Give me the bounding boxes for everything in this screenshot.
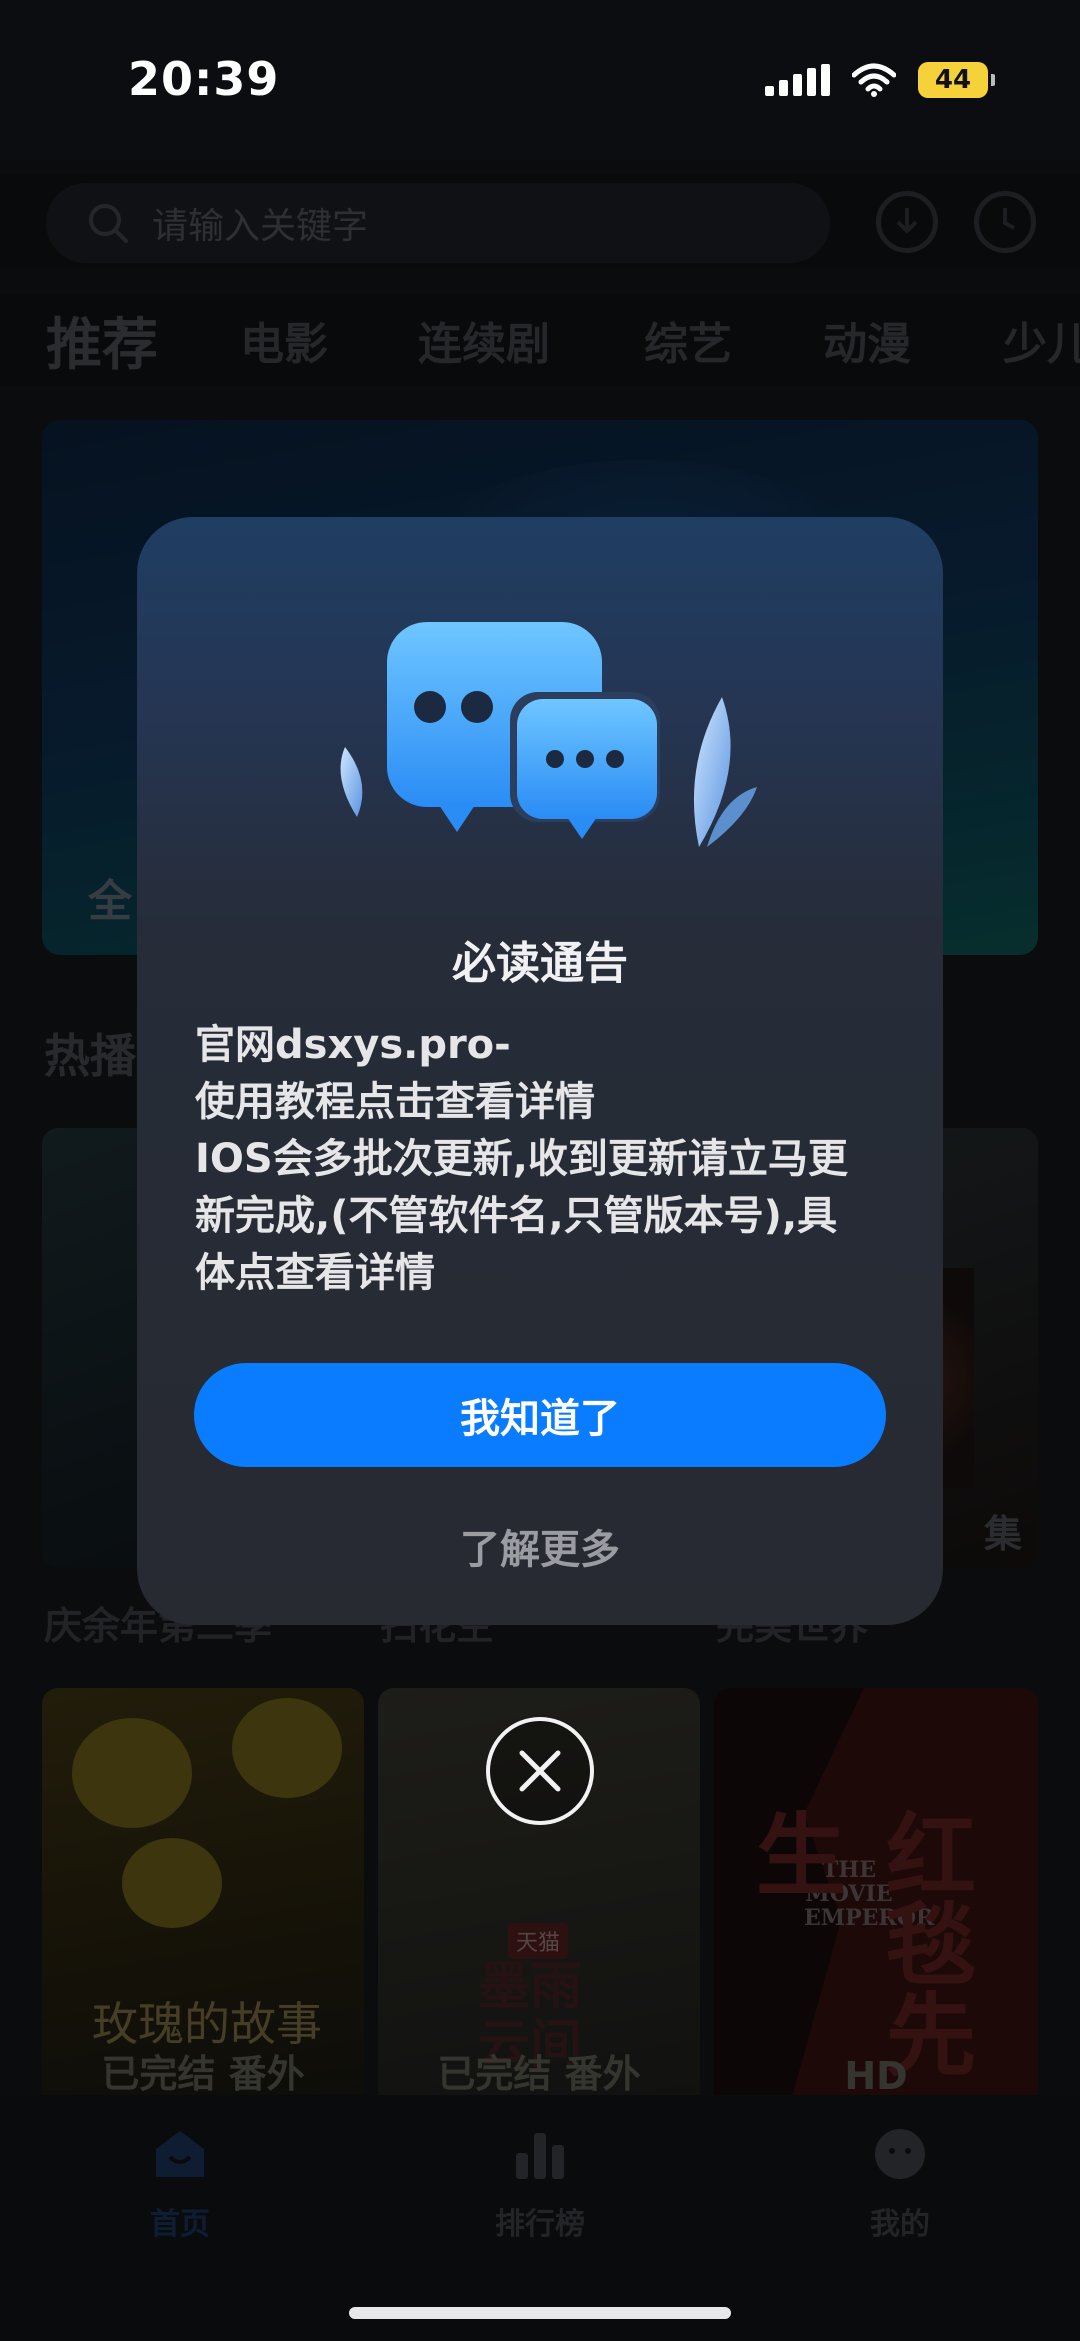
close-icon xyxy=(519,1750,561,1792)
dialog-message: 官网dsxys.pro- 使用教程点击查看详情 IOS会多批次更新,收到更新请立… xyxy=(195,1017,895,1302)
cellular-signal-icon xyxy=(765,64,830,96)
status-bar: 20:39 44 xyxy=(0,0,1080,160)
dialog-title: 必读通告 xyxy=(452,938,628,989)
notice-dialog: 必读通告 官网dsxys.pro- 使用教程点击查看详情 IOS会多批次更新,收… xyxy=(137,517,943,1625)
dialog-line: 官网dsxys.pro- xyxy=(195,1022,511,1068)
confirm-button[interactable]: 我知道了 xyxy=(194,1363,886,1467)
battery-level: 44 xyxy=(934,65,972,95)
close-dialog-button[interactable] xyxy=(486,1717,594,1825)
battery-icon: 44 xyxy=(918,62,995,98)
dialog-line: IOS会多批次更新,收到更新请立马更 xyxy=(195,1136,848,1182)
dialog-line: 新完成,(不管软件名,只管版本号),具 xyxy=(195,1193,838,1239)
wifi-icon xyxy=(852,63,896,97)
learn-more-link[interactable]: 了解更多 xyxy=(137,1517,943,1575)
home-indicator[interactable] xyxy=(349,2307,731,2319)
dialog-line: 体点查看详情 xyxy=(195,1250,435,1296)
status-time: 20:39 xyxy=(128,52,280,106)
dialog-tutorial-link[interactable]: 使用教程点击查看详情 xyxy=(195,1074,895,1131)
chat-bubbles-icon xyxy=(340,622,757,847)
status-indicators: 44 xyxy=(765,58,995,102)
